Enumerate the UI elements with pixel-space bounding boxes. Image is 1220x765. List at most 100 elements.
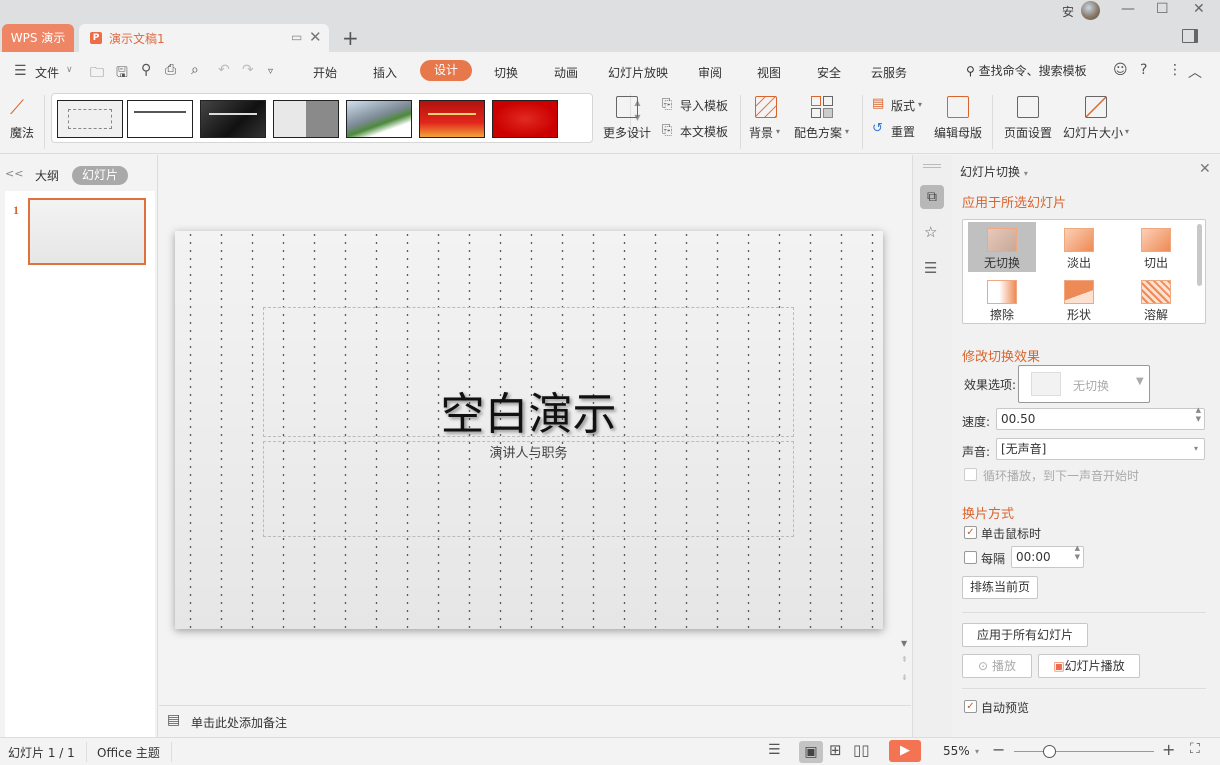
- minimize-button[interactable]: —: [1121, 1, 1135, 17]
- tab-cloud[interactable]: 云服务: [871, 64, 907, 81]
- transition-fade[interactable]: 淡出: [1045, 222, 1113, 272]
- search-box[interactable]: ⚲ 查找命令、搜索模板: [966, 62, 1087, 79]
- vertical-scrollbar[interactable]: ▼ ⇞ ⇟: [899, 155, 911, 705]
- color-scheme-button[interactable]: 配色方案: [794, 124, 842, 141]
- slide-sorter-icon[interactable]: ⊞: [829, 741, 842, 759]
- apply-all-button[interactable]: 应用于所有幻灯片: [962, 623, 1088, 647]
- zoom-in-button[interactable]: +: [1162, 740, 1175, 759]
- template-thumb[interactable]: [127, 100, 193, 138]
- edit-master-button[interactable]: 编辑母版: [934, 124, 982, 141]
- template-thumb[interactable]: [346, 100, 412, 138]
- close-tab-icon[interactable]: ✕: [309, 28, 322, 46]
- slide-transition-icon[interactable]: ⧉: [920, 185, 944, 209]
- subtitle-placeholder[interactable]: 演讲人与职务: [263, 441, 794, 537]
- print-preview-icon[interactable]: ⌕: [191, 62, 199, 78]
- page-setup-button[interactable]: 页面设置: [1004, 124, 1052, 141]
- notes-area[interactable]: ▤ 单击此处添加备注: [159, 705, 911, 737]
- save-icon[interactable]: 🖫: [116, 62, 128, 86]
- format-painter-icon[interactable]: ⚲: [141, 62, 151, 78]
- magic-wand-icon[interactable]: ⟋: [10, 95, 24, 119]
- tab-review[interactable]: 审阅: [698, 64, 722, 81]
- body-template-button[interactable]: 本文模板: [680, 123, 728, 140]
- new-tab-button[interactable]: +: [342, 26, 359, 50]
- undo-icon[interactable]: ↶: [218, 62, 230, 78]
- collapse-panel-icon[interactable]: <<: [5, 167, 23, 180]
- slide[interactable]: 空白演示 演讲人与职务: [175, 231, 883, 629]
- title-placeholder[interactable]: 空白演示: [263, 307, 794, 440]
- tab-transitions[interactable]: 切换: [494, 64, 518, 81]
- zoom-slider-track[interactable]: [1014, 751, 1154, 752]
- tab-animations[interactable]: 动画: [554, 64, 578, 81]
- zoom-dropdown-icon[interactable]: ▾: [975, 747, 979, 756]
- file-menu[interactable]: 文件: [35, 64, 59, 81]
- slide-size-icon[interactable]: [1085, 96, 1107, 118]
- document-tab[interactable]: P 演示文稿1 ▭ ✕: [79, 24, 329, 52]
- hamburger-icon[interactable]: ☰: [14, 63, 27, 79]
- more-icon[interactable]: ⋮: [1168, 62, 1182, 78]
- panel-title[interactable]: 幻灯片切换 ▾: [960, 163, 1028, 180]
- custom-animation-icon[interactable]: ☆: [924, 223, 937, 241]
- speed-input[interactable]: 00.50 ▲ ▼: [996, 406, 1205, 430]
- tab-design[interactable]: 设计: [420, 60, 472, 81]
- notes-toggle-icon[interactable]: ☰: [768, 742, 781, 758]
- user-name[interactable]: 安: [1062, 3, 1074, 20]
- sound-select[interactable]: [无声音] ▾: [996, 438, 1205, 460]
- transition-shape[interactable]: 形状: [1045, 274, 1113, 324]
- collapse-ribbon-icon[interactable]: ︿: [1188, 62, 1202, 82]
- zoom-slider-handle[interactable]: [1043, 745, 1056, 758]
- close-window-button[interactable]: ✕: [1193, 1, 1205, 17]
- import-template-button[interactable]: 导入模板: [680, 97, 728, 114]
- gallery-scrollbar[interactable]: [1197, 224, 1202, 286]
- properties-icon[interactable]: ☰: [924, 259, 937, 277]
- theme-name[interactable]: Office 主题: [97, 744, 160, 761]
- every-time-input[interactable]: 00:00 ▲ ▼: [1011, 544, 1084, 568]
- maximize-button[interactable]: ☐: [1156, 1, 1169, 17]
- start-slideshow-button[interactable]: ▶: [889, 740, 921, 762]
- background-button[interactable]: 背景: [749, 124, 773, 141]
- open-folder-icon[interactable]: 🗀: [90, 62, 104, 86]
- print-icon[interactable]: ⎙: [165, 62, 176, 78]
- transition-dissolve[interactable]: 溶解: [1122, 274, 1190, 324]
- chevron-down-icon[interactable]: ∨: [66, 65, 73, 75]
- tab-home[interactable]: 开始: [313, 64, 337, 81]
- help-icon[interactable]: ?: [1140, 62, 1147, 78]
- transition-cut[interactable]: 切出: [1122, 222, 1190, 272]
- tab-slideshow[interactable]: 幻灯片放映: [608, 64, 668, 81]
- tab-view[interactable]: 视图: [757, 64, 781, 81]
- monitor-icon[interactable]: ▭: [291, 30, 302, 44]
- template-thumb[interactable]: [200, 100, 266, 138]
- normal-view-icon[interactable]: ▣: [799, 741, 823, 763]
- more-design-icon[interactable]: [616, 96, 638, 118]
- slide-size-button[interactable]: 幻灯片大小: [1063, 124, 1123, 141]
- rehearse-button[interactable]: 排练当前页: [962, 576, 1038, 599]
- every-checkbox[interactable]: [964, 551, 977, 564]
- sidebar-toggle-icon[interactable]: [1182, 29, 1198, 43]
- drag-handle-icon[interactable]: [923, 164, 941, 168]
- tab-insert[interactable]: 插入: [373, 64, 397, 81]
- edit-master-icon[interactable]: [947, 96, 969, 118]
- zoom-level[interactable]: 55%: [943, 744, 970, 758]
- more-design-button[interactable]: 更多设计: [603, 124, 651, 141]
- loop-checkbox[interactable]: [964, 468, 977, 481]
- on-click-checkbox[interactable]: ✓: [964, 526, 977, 539]
- background-icon[interactable]: [755, 96, 777, 118]
- tab-security[interactable]: 安全: [817, 64, 841, 81]
- color-scheme-icon[interactable]: [811, 96, 833, 118]
- layout-button[interactable]: 版式: [891, 97, 915, 114]
- play-button[interactable]: ⊙ 播放: [962, 654, 1032, 678]
- template-thumb[interactable]: [273, 100, 339, 138]
- redo-icon[interactable]: ↷: [242, 62, 254, 78]
- autopreview-checkbox[interactable]: ✓: [964, 700, 977, 713]
- zoom-out-button[interactable]: −: [992, 740, 1005, 759]
- magic-button[interactable]: 魔法: [10, 124, 34, 141]
- page-setup-icon[interactable]: [1017, 96, 1039, 118]
- template-thumb[interactable]: [492, 100, 558, 138]
- slide-thumbnail[interactable]: [28, 198, 146, 265]
- transition-none[interactable]: 无切换: [968, 222, 1036, 272]
- tab-slides[interactable]: 幻灯片: [72, 166, 128, 185]
- template-thumb[interactable]: [419, 100, 485, 138]
- reading-view-icon[interactable]: ▯▯: [853, 741, 870, 759]
- reset-button[interactable]: 重置: [891, 123, 915, 140]
- avatar[interactable]: [1081, 1, 1100, 20]
- customize-toolbar-icon[interactable]: ▿: [268, 66, 273, 77]
